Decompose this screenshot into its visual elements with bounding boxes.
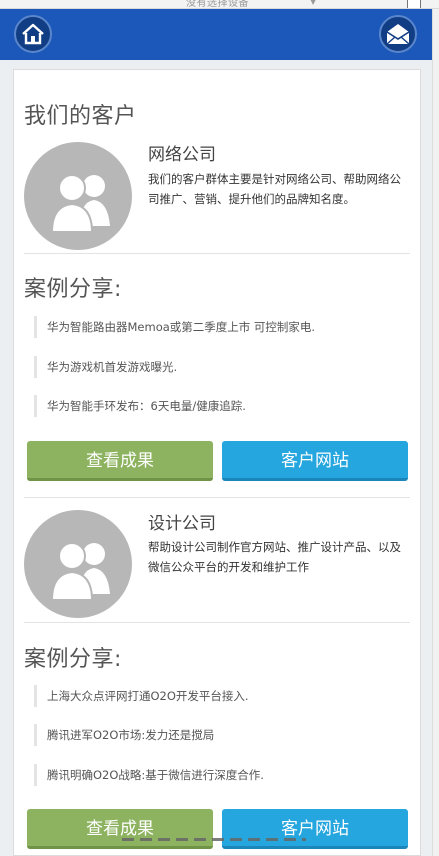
case-item[interactable]: 华为智能路由器Memoa或第二季度上市 可控制家电. [34,316,404,338]
mail-icon [386,24,410,45]
case-item[interactable]: 腾讯明确O2O战略:基于微信进行深度合作. [34,764,404,786]
cases-title: 案例分享: [24,277,122,302]
customer-website-button[interactable]: 客户网站 [222,809,408,849]
avatar [24,510,132,618]
divider [24,253,410,254]
case-item[interactable]: 华为智能手环发布：6天电量/健康追踪. [34,395,404,417]
case-item[interactable]: 华为游戏机首发游戏曝光. [34,356,404,378]
device-select[interactable]: 没有选择设备 [186,0,249,8]
window-icon[interactable] [407,0,421,8]
avatar [24,142,132,250]
dropdown-caret-icon[interactable]: ▼ [310,0,316,6]
company-description: 我们的客户群体主要是针对网络公司、帮助网络公司推广、营销、提升他们的品牌知名度。 [148,172,401,206]
view-results-button[interactable]: 查看成果 [27,441,213,481]
user-group-icon [50,542,110,601]
page-indicator [122,838,306,841]
customer-website-button[interactable]: 客户网站 [222,441,408,481]
case-item[interactable]: 腾讯进军O2O市场:发力还是搅局 [34,724,404,746]
home-icon [22,23,44,45]
case-item[interactable]: 上海大众点评网打通O2O开发平台接入. [34,685,404,707]
home-button[interactable] [14,15,52,53]
mail-button[interactable] [379,15,417,53]
customers-card: 我们的客户 网络公司 我们的客户群体主要是针对网络公司、帮助网络公司推广、营销、… [13,69,421,856]
device-bar: 没有选择设备 ▼ [0,0,439,9]
app-header [0,9,432,60]
cases-title: 案例分享: [24,647,122,672]
company-description: 帮助设计公司制作官方网站、推广设计产品、以及微信公众平台的开发和维护工作 [148,540,401,574]
company-name: 设计公司 [148,514,216,534]
page-title: 我们的客户 [24,104,137,129]
divider [24,497,410,498]
view-results-button[interactable]: 查看成果 [27,809,213,849]
divider [24,622,410,623]
company-name: 网络公司 [148,145,216,165]
user-group-icon [50,174,110,233]
scrollbar[interactable] [432,9,439,856]
